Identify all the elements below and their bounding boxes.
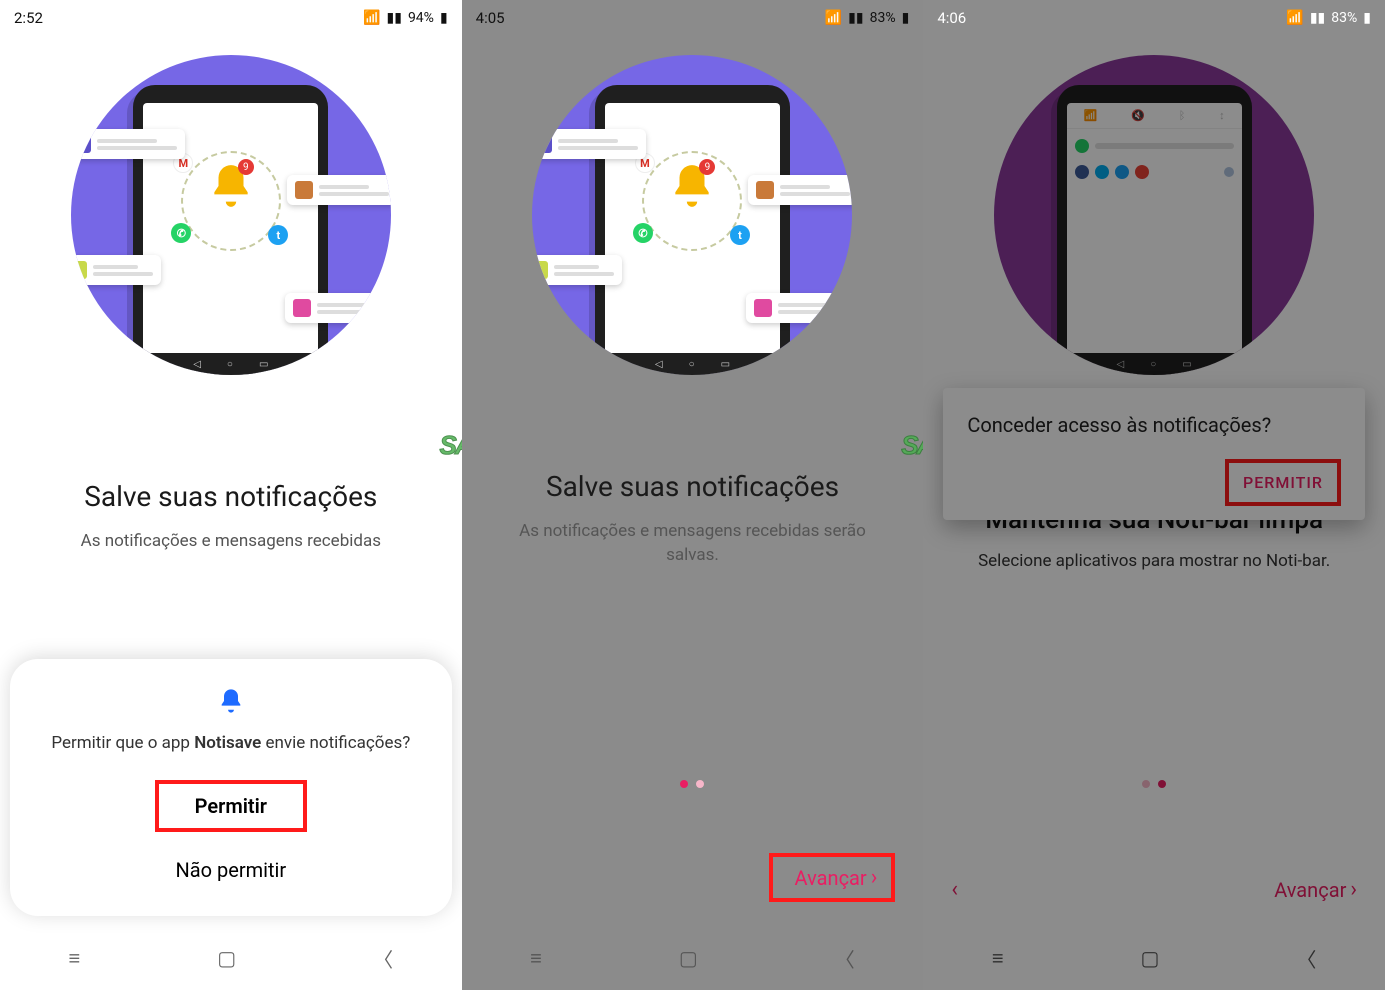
bell-icon: 9 [667,161,717,211]
status-bar: 4:06 📶 ▮▮ 83% ▮ [923,0,1385,36]
wifi-icon: 📶 [363,10,380,26]
status-right: 📶 ▮▮ 83% ▮ [825,10,910,26]
twitter-icon: t [268,225,288,245]
screenshot-2: 4:05 📶 ▮▮ 83% ▮ 9 M ✆ t ◁○▭ [462,0,924,990]
onboarding-actions: Avançar › [462,853,924,902]
battery-icon: ▮ [902,10,910,26]
page-title: Salve suas notificações [462,470,924,503]
watermark: SA [440,430,462,461]
notif-card [71,255,161,285]
android-navbar[interactable]: ≡ ▢ 〈 [0,926,462,990]
dot-active [680,780,688,788]
screenshot-1: 2:52 📶 ▮▮ 94% ▮ 9 M ✆ t ◁○▭ [0,0,462,990]
home-icon[interactable]: ▢ [217,946,236,970]
whatsapp-icon: ✆ [633,223,653,243]
status-bar: 2:52 📶 ▮▮ 94% ▮ [0,0,462,36]
battery-text: 94% [408,10,434,26]
recents-icon[interactable]: ≡ [69,946,81,971]
status-time: 4:05 [476,9,505,27]
back-icon[interactable]: 〈 [835,944,855,973]
bell-icon [34,687,428,722]
deny-button[interactable]: Não permitir [34,844,428,896]
notif-card [746,293,852,323]
status-right: 📶 ▮▮ 94% ▮ [363,10,448,26]
notif-card [532,129,646,159]
notif-card [287,175,391,205]
hero-illustration: 9 M ✆ t ◁○▭ [71,55,391,375]
notif-card [285,293,391,323]
bell-badge: 9 [238,159,254,175]
wifi-icon: 📶 [1286,10,1303,26]
recents-icon[interactable]: ≡ [530,946,542,971]
chevron-right-icon: › [871,865,878,890]
battery-icon: ▮ [440,10,448,26]
battery-icon: ▮ [1363,10,1371,26]
notif-card [71,129,185,159]
hero-illustration: 9 M ✆ t ◁○▭ [532,55,852,375]
whatsapp-icon: ✆ [171,223,191,243]
twitter-icon: t [730,225,750,245]
screenshot-3: 📶 🔇 ᛒ ↕ ◁○▭ [923,0,1385,990]
android-navbar[interactable]: ≡ ▢ 〈 [462,926,924,990]
page-title: Salve suas notificações [0,480,462,513]
dialog-message: Permitir que o app Notisave envie notifi… [34,732,428,756]
page-indicator [462,780,924,788]
signal-icon: ▮▮ [1310,10,1325,26]
home-icon[interactable]: ▢ [679,946,698,970]
status-time: 2:52 [14,9,43,27]
notif-card [748,175,852,205]
bell-badge: 9 [699,159,715,175]
permission-dialog: Permitir que o app Notisave envie notifi… [10,659,452,916]
dot [696,780,704,788]
allow-button[interactable]: Permitir [155,780,307,832]
next-button[interactable]: Avançar › [769,853,896,902]
page-subtitle: As notificações e mensagens recebidas [30,530,432,554]
page-subtitle: As notificações e mensagens recebidas se… [492,520,894,568]
status-right: 📶 ▮▮ 83% ▮ [1286,10,1371,26]
battery-text: 83% [870,10,896,26]
signal-icon: ▮▮ [848,10,863,26]
modal-overlay [923,0,1385,990]
watermark: SA [901,430,923,461]
status-bar: 4:05 📶 ▮▮ 83% ▮ [462,0,924,36]
bell-icon: 9 [206,161,256,211]
back-icon[interactable]: 〈 [373,944,393,973]
battery-text: 83% [1331,10,1357,26]
signal-icon: ▮▮ [387,10,402,26]
status-time: 4:06 [937,9,966,27]
notif-card [532,255,622,285]
wifi-icon: 📶 [825,10,842,26]
